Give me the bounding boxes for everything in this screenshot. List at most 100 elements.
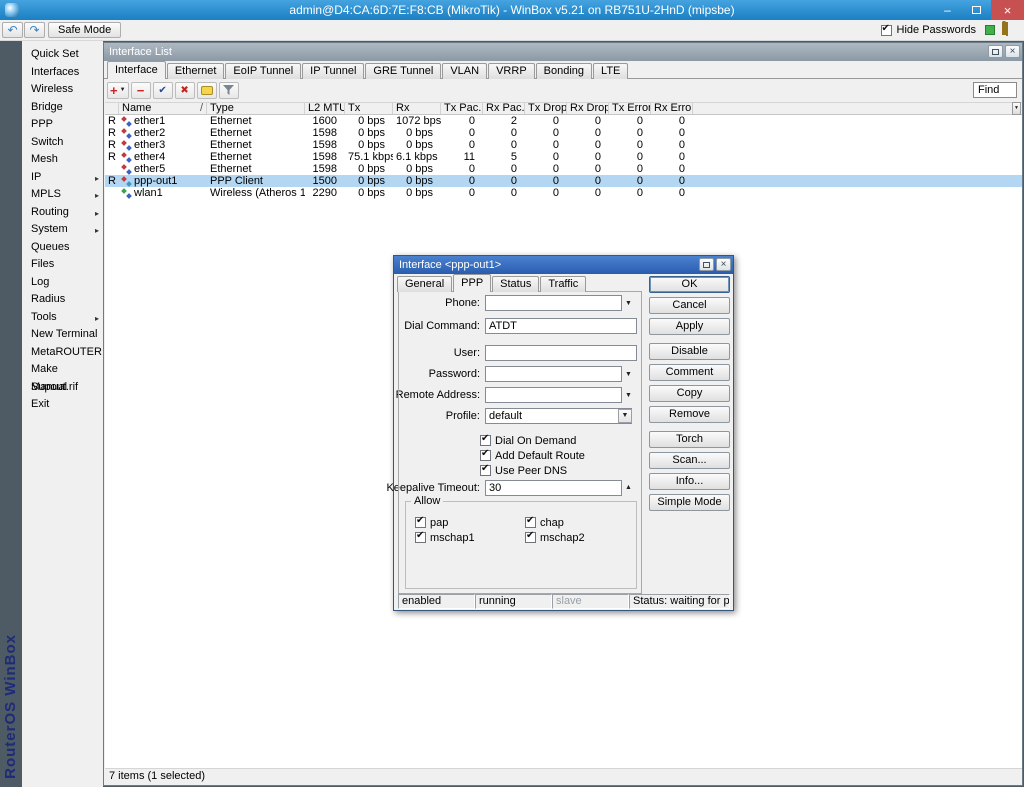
sidebar-item-ip[interactable]: IP▸ xyxy=(22,169,103,187)
row-name: ether1 xyxy=(134,115,165,127)
sidebar-item-interfaces[interactable]: Interfaces xyxy=(22,64,103,82)
sidebar-item-log[interactable]: Log xyxy=(22,274,103,292)
row-tx: 0 bps xyxy=(345,127,393,139)
interface-list-statusbar: 7 items (1 selected) xyxy=(105,768,1022,784)
row-tx-errors: 0 xyxy=(609,139,651,151)
tab-interface[interactable]: Interface xyxy=(107,61,166,79)
sidebar-item-make-supout-rif[interactable]: Make Supout.rif xyxy=(22,361,103,379)
tab-vrrp[interactable]: VRRP xyxy=(488,63,535,79)
sidebar-item-manual[interactable]: Manual xyxy=(22,379,103,397)
column-header-l2-mtu[interactable]: L2 MTU xyxy=(305,103,345,114)
sidebar-item-mesh[interactable]: Mesh xyxy=(22,151,103,169)
tab-gre-tunnel[interactable]: GRE Tunnel xyxy=(365,63,441,79)
row-l2mtu: 1598 xyxy=(305,127,345,139)
column-header-rx-drops[interactable]: Rx Drops xyxy=(567,103,609,114)
row-type: Ethernet xyxy=(207,151,305,163)
column-header-tx-drops[interactable]: Tx Drops xyxy=(525,103,567,114)
row-filler xyxy=(693,187,1022,199)
remove-interface-button[interactable]: − xyxy=(131,82,151,99)
ppp-dialog-restore-button[interactable] xyxy=(699,258,714,271)
remove-button[interactable]: Remove xyxy=(649,406,730,423)
sidebar-item-label: Exit xyxy=(31,398,49,410)
interface-list-titlebar[interactable]: Interface List × xyxy=(104,43,1022,61)
tab-vlan[interactable]: VLAN xyxy=(442,63,487,79)
disable-interface-button[interactable]: ✖ xyxy=(175,82,195,99)
tab-ip-tunnel[interactable]: IP Tunnel xyxy=(302,63,364,79)
table-row-ether5[interactable]: ether5Ethernet15980 bps0 bps000000 xyxy=(105,163,1022,175)
comment-button[interactable] xyxy=(197,82,217,99)
ppp-dialog-close-button[interactable]: × xyxy=(716,258,731,271)
tab-general[interactable]: General xyxy=(397,276,452,292)
tab-lte[interactable]: LTE xyxy=(593,63,628,79)
column-selector-button[interactable]: ▼ xyxy=(1012,102,1021,115)
row-filler xyxy=(693,175,1022,187)
cancel-button[interactable]: Cancel xyxy=(649,297,730,314)
find-input[interactable]: Find xyxy=(973,82,1017,98)
copy-button[interactable]: Copy xyxy=(649,385,730,402)
sidebar-item-ppp[interactable]: PPP xyxy=(22,116,103,134)
tab-status[interactable]: Status xyxy=(492,276,539,292)
sidebar-item-label: Switch xyxy=(31,136,63,148)
torch-button[interactable]: Torch xyxy=(649,431,730,448)
sidebar-item-mpls[interactable]: MPLS▸ xyxy=(22,186,103,204)
sidebar-item-label: New Terminal xyxy=(31,328,97,340)
filter-button[interactable] xyxy=(219,82,239,99)
tab-ethernet[interactable]: Ethernet xyxy=(167,63,225,79)
apply-button[interactable]: Apply xyxy=(649,318,730,335)
row-rx-errors: 0 xyxy=(651,139,693,151)
sidebar-item-tools[interactable]: Tools▸ xyxy=(22,309,103,327)
interface-list-close-button[interactable]: × xyxy=(1005,45,1020,58)
close-button[interactable]: × xyxy=(991,0,1024,20)
disable-button[interactable]: Disable xyxy=(649,343,730,360)
tab-eoip-tunnel[interactable]: EoIP Tunnel xyxy=(225,63,301,79)
column-header-flags[interactable] xyxy=(105,103,119,114)
sidebar-item-files[interactable]: Files xyxy=(22,256,103,274)
back-button[interactable]: ↶ xyxy=(2,22,23,38)
table-row-ether3[interactable]: Rether3Ethernet15980 bps0 bps000000 xyxy=(105,139,1022,151)
column-header-rx[interactable]: Rx xyxy=(393,103,441,114)
info-button[interactable]: Info... xyxy=(649,473,730,490)
table-row-wlan1[interactable]: wlan1Wireless (Atheros 11N)22900 bps0 bp… xyxy=(105,187,1022,199)
column-header-rx-pac[interactable]: Rx Pac... xyxy=(483,103,525,114)
sidebar-item-switch[interactable]: Switch xyxy=(22,134,103,152)
simple-mode-button[interactable]: Simple Mode xyxy=(649,494,730,511)
sidebar-item-exit[interactable]: Exit xyxy=(22,396,103,414)
sidebar-item-quick-set[interactable]: Quick Set xyxy=(22,46,103,64)
table-row-ether4[interactable]: Rether4Ethernet159875.1 kbps6.1 kbps1150… xyxy=(105,151,1022,163)
sidebar-item-new-terminal[interactable]: New Terminal xyxy=(22,326,103,344)
sidebar-item-radius[interactable]: Radius xyxy=(22,291,103,309)
tab-bonding[interactable]: Bonding xyxy=(536,63,592,79)
column-header-tx[interactable]: Tx xyxy=(345,103,393,114)
interface-list-restore-button[interactable] xyxy=(988,45,1003,58)
items-count-label: 7 items (1 selected) xyxy=(109,770,205,782)
sidebar-item-wireless[interactable]: Wireless xyxy=(22,81,103,99)
tab-traffic[interactable]: Traffic xyxy=(540,276,586,292)
sidebar-item-system[interactable]: System▸ xyxy=(22,221,103,239)
column-header-name[interactable]: Name/ xyxy=(119,103,207,114)
add-interface-button[interactable]: + ▼ xyxy=(107,82,129,99)
sidebar-item-queues[interactable]: Queues xyxy=(22,239,103,257)
ok-button[interactable]: OK xyxy=(649,276,730,293)
column-header-rx-errors[interactable]: Rx Errors xyxy=(651,103,693,114)
column-header-tx-errors[interactable]: Tx Errors xyxy=(609,103,651,114)
sidebar-item-routing[interactable]: Routing▸ xyxy=(22,204,103,222)
enable-interface-button[interactable]: ✔ xyxy=(153,82,173,99)
column-header-tx-pac[interactable]: Tx Pac... xyxy=(441,103,483,114)
sidebar-item-bridge[interactable]: Bridge xyxy=(22,99,103,117)
column-header-type[interactable]: Type xyxy=(207,103,305,114)
comment-button[interactable]: Comment xyxy=(649,364,730,381)
scan-button[interactable]: Scan... xyxy=(649,452,730,469)
table-row-ether2[interactable]: Rether2Ethernet15980 bps0 bps000000 xyxy=(105,127,1022,139)
minimize-button[interactable]: – xyxy=(933,0,962,20)
row-rx: 0 bps xyxy=(393,127,441,139)
forward-button[interactable]: ↷ xyxy=(24,22,45,38)
maximize-button[interactable] xyxy=(962,0,991,20)
table-row-ether1[interactable]: Rether1Ethernet16000 bps1072 bps020000 xyxy=(105,115,1022,127)
safe-mode-button[interactable]: Safe Mode xyxy=(48,22,121,38)
sidebar-item-label: MPLS xyxy=(31,188,61,200)
table-row-ppp-out1[interactable]: Rppp-out1PPP Client15000 bps0 bps000000 xyxy=(105,175,1022,187)
ppp-dialog-titlebar[interactable]: Interface <ppp-out1> × xyxy=(394,256,733,274)
hide-passwords-checkbox[interactable]: ✔ xyxy=(881,25,892,36)
tab-ppp[interactable]: PPP xyxy=(453,274,491,292)
sidebar-item-metarouter[interactable]: MetaROUTER xyxy=(22,344,103,362)
